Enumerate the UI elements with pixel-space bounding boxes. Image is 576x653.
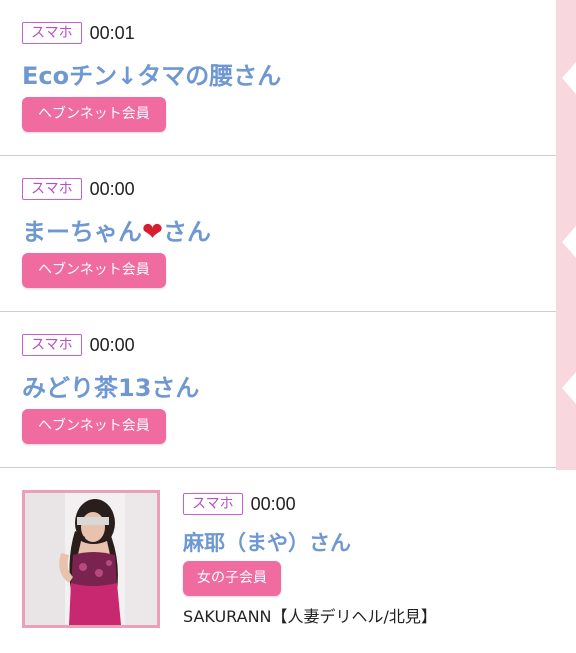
member-badge: ヘブンネット会員 xyxy=(22,253,166,288)
entry-meta: スマホ 00:01 xyxy=(22,22,135,44)
photo-illustration xyxy=(25,493,157,625)
visit-time: 00:00 xyxy=(89,178,135,199)
entry-meta: スマホ 00:00 xyxy=(22,178,135,200)
member-badge: ヘブンネット会員 xyxy=(22,97,166,132)
right-decoration-band xyxy=(556,0,576,470)
feed-entry[interactable]: スマホ 00:00 みどり茶13さん ヘブンネット会員 xyxy=(0,312,556,468)
user-name-link[interactable]: Ecoチン↓タマの腰さん xyxy=(22,56,281,91)
device-badge: スマホ xyxy=(22,22,82,44)
heart-icon: ❤ xyxy=(142,217,163,246)
entry-meta: スマホ 00:00 xyxy=(183,493,296,515)
visit-time: 00:00 xyxy=(89,334,135,355)
profile-photo-link[interactable] xyxy=(22,490,160,628)
visitor-feed: スマホ 00:01 Ecoチン↓タマの腰さん ヘブンネット会員 スマホ 00:0… xyxy=(0,0,556,468)
band-notch xyxy=(562,62,576,94)
device-badge: スマホ xyxy=(183,493,243,515)
user-name-suffix: さん xyxy=(162,218,211,246)
shop-name-link[interactable]: SAKURANN【人妻デリヘル/北見】 xyxy=(183,603,437,627)
profile-photo xyxy=(22,490,160,628)
user-name-link[interactable]: まーちゃん❤さん xyxy=(22,212,211,247)
member-badge: ヘブンネット会員 xyxy=(22,409,166,444)
visit-time: 00:01 xyxy=(89,22,135,43)
band-notch xyxy=(562,372,576,404)
feed-entry[interactable]: スマホ 00:01 Ecoチン↓タマの腰さん ヘブンネット会員 xyxy=(0,0,556,156)
device-badge: スマホ xyxy=(22,334,82,356)
user-name-part: まーちゃん xyxy=(22,218,142,246)
visit-time: 00:00 xyxy=(250,493,296,514)
feed-entry[interactable]: スマホ 00:00 まーちゃん❤さん ヘブンネット会員 xyxy=(0,156,556,312)
user-name-link[interactable]: 麻耶（まや）さん xyxy=(183,527,351,557)
band-notch xyxy=(562,226,576,258)
girl-member-badge: 女の子会員 xyxy=(183,561,281,596)
entry-meta: スマホ 00:00 xyxy=(22,334,135,356)
user-name-link[interactable]: みどり茶13さん xyxy=(22,368,199,403)
device-badge: スマホ xyxy=(22,178,82,200)
